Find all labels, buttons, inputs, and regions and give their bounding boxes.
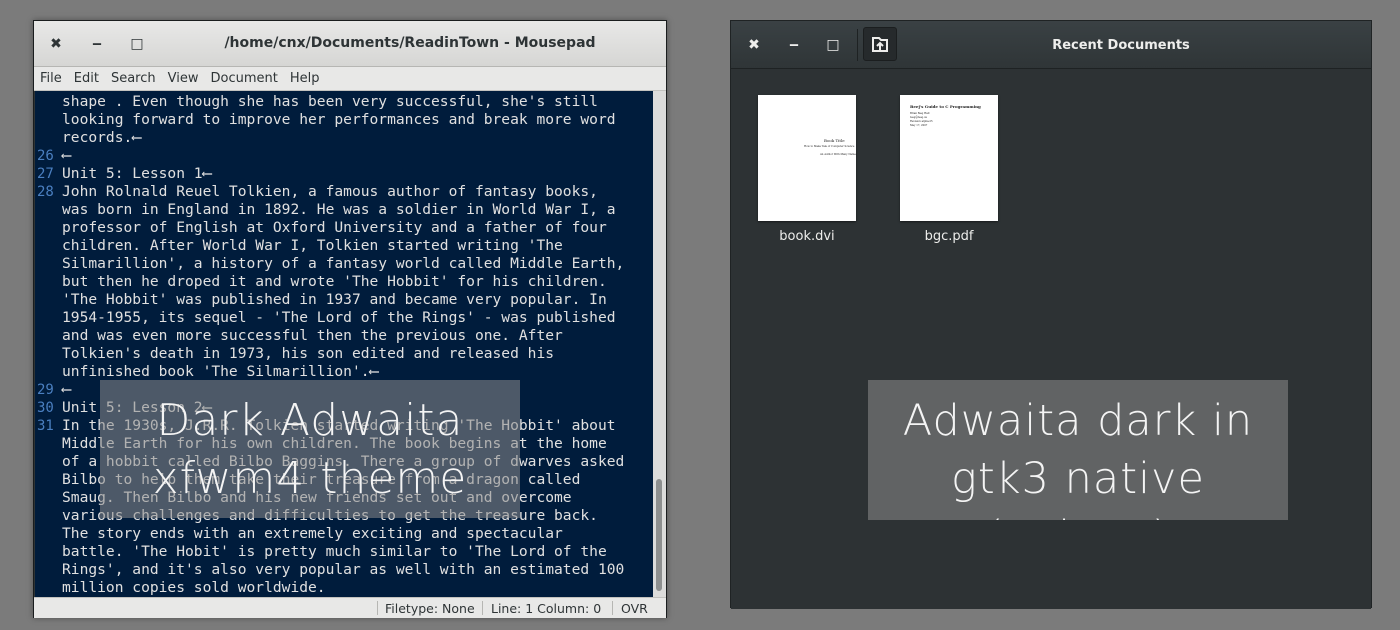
menu-help[interactable]: Help [284, 67, 326, 86]
close-icon[interactable]: ✖ [46, 34, 66, 54]
thumbnail-text: An Author With Many Names [820, 153, 858, 156]
line-text[interactable]: The story ends with an extremely excitin… [62, 525, 563, 543]
filetype-status[interactable]: Filetype: None [385, 601, 475, 616]
menu-edit[interactable]: Edit [68, 67, 105, 86]
line-number: 26 [37, 148, 54, 164]
window-title: Recent Documents [1052, 38, 1190, 53]
caption-overlay-right: Adwaita dark in gtk3 native (evince) [868, 380, 1288, 520]
menu-document[interactable]: Document [204, 67, 283, 86]
line-text[interactable]: records.⟵ [62, 129, 141, 147]
open-document-button[interactable] [863, 27, 897, 61]
line-text[interactable]: but then he droped it and wrote 'The Hob… [62, 273, 607, 291]
text-editor[interactable]: shape . Even though she has been very su… [35, 91, 653, 597]
document-name: book.dvi [779, 229, 835, 244]
header-separator [857, 29, 858, 61]
line-text[interactable]: ⟵ [62, 381, 71, 399]
overwrite-mode-status[interactable]: OVR [621, 601, 648, 616]
caption-line: Dark Adwaita [156, 395, 464, 446]
thumbnail-text: Revision alpha-25 [910, 120, 933, 123]
status-separator [612, 601, 613, 615]
line-text[interactable]: John Rolnald Reuel Tolkien, a famous aut… [62, 183, 598, 201]
statusbar: Filetype: None Line: 1 Column: 0 OVR [34, 597, 666, 618]
line-text[interactable]: children. After World War I, Tolkien sta… [62, 237, 563, 255]
line-text[interactable]: ⟵ [62, 147, 71, 165]
minimize-icon[interactable]: ‒ [784, 35, 804, 55]
document-thumbnail[interactable]: Beej's Guide to C Programming Brian Beej… [900, 95, 998, 221]
thumbnail-text: How to Make Tale of Computer Science [804, 145, 855, 148]
line-text[interactable]: shape . Even though she has been very su… [62, 93, 598, 111]
status-separator [377, 601, 378, 615]
line-number: 30 [37, 400, 54, 416]
line-text[interactable]: Unit 5: Lesson 1⟵ [62, 165, 211, 183]
thumbnail-text: Beej's Guide to C Programming [910, 104, 981, 109]
recent-document-item[interactable]: Beej's Guide to C Programming Brian Beej… [899, 95, 999, 244]
thumbnail-text: Book Title [824, 138, 845, 143]
line-number: 28 [37, 184, 54, 200]
mousepad-titlebar[interactable]: ✖ ‒ □ /home/cnx/Documents/ReadinTown - M… [34, 21, 666, 67]
caption-line: gtk3 native (evince) [951, 454, 1205, 520]
line-text[interactable]: Silmarillion', a history of a fantasy wo… [62, 255, 624, 273]
vertical-scrollbar[interactable] [653, 91, 666, 597]
caption-line: Adwaita dark in [902, 396, 1254, 446]
document-thumbnail[interactable]: Book Title How to Make Tale of Computer … [758, 95, 858, 221]
line-text[interactable]: Tolkien's death in 1973, his son edited … [62, 345, 554, 363]
status-separator [482, 601, 483, 615]
menu-view[interactable]: View [162, 67, 205, 86]
menu-file[interactable]: File [34, 67, 68, 86]
line-number: 27 [37, 166, 54, 182]
line-text[interactable]: 'The Hobbit' was published in 1937 and b… [62, 291, 607, 309]
menu-search[interactable]: Search [105, 67, 162, 86]
line-text[interactable]: 1954-1955, its sequel - 'The Lord of the… [62, 309, 616, 327]
open-document-icon [872, 37, 888, 52]
line-text[interactable]: was born in England in 1892. He was a so… [62, 201, 616, 219]
line-number: 31 [37, 418, 54, 434]
line-text[interactable]: and was even more successful then the pr… [62, 327, 563, 345]
window-title: /home/cnx/Documents/ReadinTown - Mousepa… [224, 35, 596, 51]
evince-headerbar[interactable]: ✖ ‒ □ Recent Documents [731, 21, 1371, 69]
recent-documents-view: Book Title How to Make Tale of Computer … [731, 69, 1371, 609]
line-text[interactable]: professor of English at Oxford Universit… [62, 219, 607, 237]
menubar: File Edit Search View Document Help [34, 67, 666, 91]
caption-line: xfwm4 theme [152, 453, 468, 504]
line-text[interactable]: Rings', and it's also very popular as we… [62, 561, 624, 579]
minimize-icon[interactable]: ‒ [87, 34, 107, 54]
line-text[interactable]: unfinished book 'The Silmarillion'.⟵ [62, 363, 378, 381]
line-number: 29 [37, 382, 54, 398]
scrollbar-thumb[interactable] [656, 479, 662, 591]
line-text[interactable]: battle. 'The Hobit' is pretty much simil… [62, 543, 607, 561]
maximize-icon[interactable]: □ [823, 35, 843, 55]
line-text[interactable]: million copies sold worldwide. [62, 579, 326, 597]
thumbnail-text: beej@beej.us [910, 116, 927, 119]
mousepad-window: ✖ ‒ □ /home/cnx/Documents/ReadinTown - M… [33, 20, 667, 618]
caption-overlay-left: Dark Adwaita xfwm4 theme [100, 380, 520, 518]
line-text[interactable]: looking forward to improve her performan… [62, 111, 616, 129]
thumbnail-text: May 17, 2007 [910, 124, 928, 127]
cursor-position-status: Line: 1 Column: 0 [491, 601, 602, 616]
maximize-icon[interactable]: □ [127, 34, 147, 54]
thumbnail-text: Brian Beej Hall [910, 112, 930, 115]
document-name: bgc.pdf [924, 229, 974, 244]
close-icon[interactable]: ✖ [744, 35, 764, 55]
recent-document-item[interactable]: Book Title How to Make Tale of Computer … [757, 95, 857, 244]
